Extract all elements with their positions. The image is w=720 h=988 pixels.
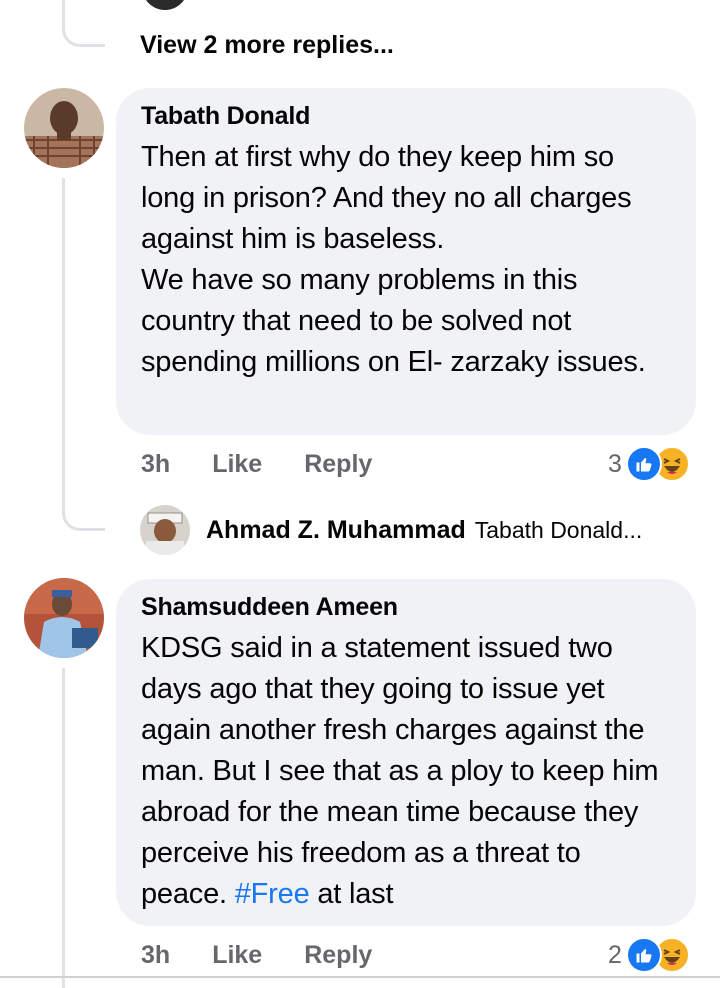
avatar-photo-icon <box>24 88 104 168</box>
comment-text: Then at first why do they keep him so lo… <box>141 141 646 378</box>
comment-time[interactable]: 3h <box>141 941 170 970</box>
view-more-replies-link[interactable]: View 2 more replies... <box>140 31 394 60</box>
thread-line-comment-2 <box>62 668 65 988</box>
comment-author[interactable]: Shamsuddeen Ameen <box>141 593 672 622</box>
avatar-tabath-donald[interactable] <box>24 88 104 168</box>
reaction-summary[interactable]: 2 <box>608 937 690 973</box>
reaction-summary[interactable]: 3 <box>608 446 690 482</box>
comment-text-body: KDSG said in a statement issued two days… <box>141 632 659 910</box>
reply-preview[interactable]: Ahmad Z. Muhammad Tabath Donald... <box>140 505 642 555</box>
like-reaction-icon <box>625 446 662 482</box>
reply-author[interactable]: Ahmad Z. Muhammad <box>206 516 466 545</box>
thread-line-comment-1 <box>62 178 65 508</box>
comment-bubble[interactable]: Tabath Donald Then at first why do they … <box>116 88 696 435</box>
reaction-count: 3 <box>608 449 622 478</box>
like-button[interactable]: Like <box>212 941 262 970</box>
like-button[interactable]: Like <box>212 450 262 479</box>
reaction-count: 2 <box>608 940 622 969</box>
comment-bubble[interactable]: Shamsuddeen Ameen KDSG said in a stateme… <box>116 579 696 926</box>
like-reaction-icon <box>625 937 662 973</box>
avatar-ahmad-z-muhammad[interactable] <box>140 505 190 555</box>
avatar-shamsuddeen-ameen[interactable] <box>24 578 104 658</box>
avatar-photo-icon <box>24 578 104 658</box>
reply-snippet: Tabath Donald... <box>474 516 643 543</box>
thread-connector-top <box>62 0 105 47</box>
comment-text: KDSG said in a statement issued two days… <box>141 628 672 915</box>
bottom-divider <box>0 976 720 978</box>
comment-author[interactable]: Tabath Donald <box>141 102 672 131</box>
comment-actions: 3h Like Reply <box>141 450 414 479</box>
comment-text-tail: at last <box>309 878 394 910</box>
comment-time[interactable]: 3h <box>141 450 170 479</box>
comment-actions: 3h Like Reply <box>141 941 414 970</box>
avatar-partial[interactable] <box>142 0 188 10</box>
thread-connector-reply <box>62 478 105 531</box>
reply-button[interactable]: Reply <box>304 450 372 479</box>
hashtag-link[interactable]: #Free <box>235 878 310 910</box>
reply-button[interactable]: Reply <box>304 941 372 970</box>
avatar-photo-icon <box>140 505 190 555</box>
